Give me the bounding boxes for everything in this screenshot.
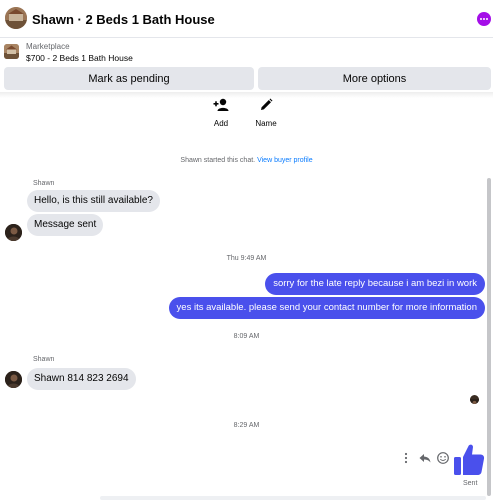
pencil-icon: [261, 98, 273, 110]
chat-header: Shawn · 2 Beds 1 Bath House: [0, 0, 493, 38]
contact-avatar[interactable]: [5, 7, 27, 29]
sender-name: Shawn: [33, 356, 55, 363]
chat-started-note: Shawn started this chat. View buyer prof…: [0, 157, 493, 164]
outgoing-message[interactable]: yes its available. please send your cont…: [168, 297, 485, 319]
incoming-message[interactable]: Message sent: [27, 214, 104, 236]
chat-scrollbar[interactable]: [487, 178, 491, 496]
add-person-icon: [213, 98, 229, 111]
incoming-message[interactable]: Shawn 814 823 2694: [27, 368, 136, 390]
react-emoji-icon[interactable]: [436, 451, 450, 470]
name-button[interactable]: Name: [246, 98, 286, 128]
name-label: Name: [255, 119, 277, 128]
more-options-button[interactable]: More options: [258, 67, 491, 90]
add-person-button[interactable]: Add: [201, 98, 241, 128]
listing-price-title: $700 - 2 Beds 1 Bath House: [26, 53, 133, 63]
timestamp: 8:09 AM: [233, 333, 260, 340]
reply-icon[interactable]: [418, 451, 432, 470]
outgoing-message[interactable]: sorry for the late reply because i am be…: [265, 273, 485, 295]
listing-thumbnail: [4, 44, 19, 59]
marketplace-label: Marketplace: [26, 42, 70, 51]
timestamp: 8:29 AM: [233, 422, 260, 429]
message-more-icon[interactable]: [402, 451, 410, 470]
listing-info[interactable]: Marketplace $700 - 2 Beds 1 Bath House: [0, 38, 493, 66]
like-thumb-icon[interactable]: [452, 442, 486, 482]
chat-title[interactable]: Shawn · 2 Beds 1 Bath House: [32, 12, 215, 27]
sender-avatar[interactable]: [5, 371, 22, 388]
sent-status: Sent: [463, 480, 478, 487]
timestamp: Thu 9:49 AM: [226, 255, 267, 262]
sender-name: Shawn: [33, 180, 55, 187]
add-label: Add: [213, 119, 229, 128]
mark-as-pending-button[interactable]: Mark as pending: [4, 67, 254, 90]
incoming-message[interactable]: Hello, is this still available?: [27, 190, 160, 212]
view-buyer-profile-link[interactable]: View buyer profile: [257, 157, 313, 164]
more-dots-icon[interactable]: [477, 12, 491, 26]
chat-started-text: Shawn started this chat.: [180, 157, 256, 164]
seen-avatar: [470, 395, 479, 404]
sender-avatar[interactable]: [5, 224, 22, 241]
message-composer-edge: [100, 496, 486, 500]
